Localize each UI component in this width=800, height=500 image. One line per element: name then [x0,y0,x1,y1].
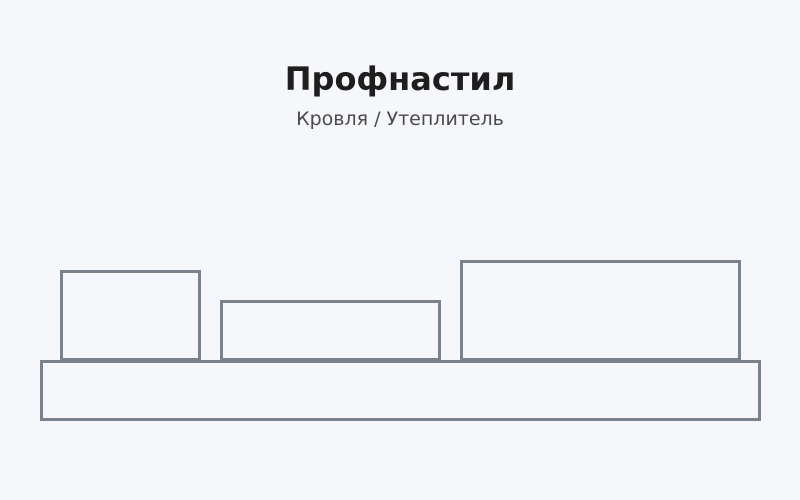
block-left [60,270,201,361]
page-subtitle: Кровля / Утеплитель [296,108,504,130]
page-title: Профнастил [284,60,516,98]
block-middle [220,300,441,361]
base-slab [40,360,761,421]
block-right [460,260,741,361]
